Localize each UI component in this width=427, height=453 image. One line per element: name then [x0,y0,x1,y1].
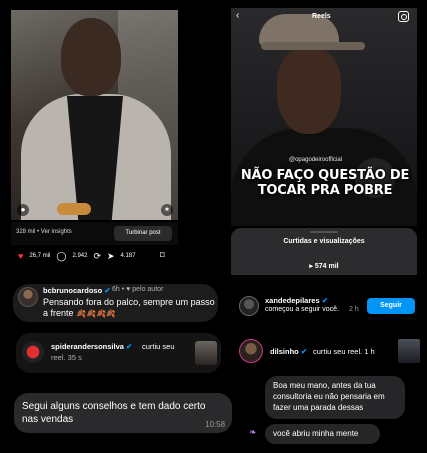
avatar[interactable] [239,339,263,363]
post-stats-row: ♥ 26,7 mil ◯ 2.942 ⟳ ➤ 4.187 [18,250,136,262]
camera-icon[interactable] [398,11,409,22]
follow-time: 2 h [349,306,359,313]
chat-reply-text: Boa meu mano, antes da tua consultoria e… [273,381,385,412]
shares-count: 4.187 [120,253,136,259]
follow-action: começou a seguir você. [265,306,339,313]
person-face [277,48,341,134]
comment-meta: 6h • ♥ pelo autor [112,286,164,293]
avatar[interactable] [18,287,38,307]
likes-count: 26,7 mil [29,253,51,259]
comment-body: Pensando fora do palco, sempre um passo … [43,297,215,318]
reel-thumbnail[interactable] [398,339,420,363]
reel-thumbnail[interactable] [195,341,217,365]
left-reel-thumbnail[interactable]: ● ✶ [11,10,178,220]
notification-action: curtiu seu reel. 1 h [313,347,375,356]
reaction-icon: ❧ [249,427,257,437]
verified-icon: ✔ [321,296,328,305]
avatar[interactable] [239,296,259,316]
views-count: ▸ 574 mil [231,262,417,270]
comment-emoji: 🍂🍂🍂🍂 [76,309,116,318]
panel-handle[interactable] [310,231,338,233]
boost-post-button[interactable]: Turbinar post [114,226,172,241]
like-notification[interactable] [16,333,221,373]
collab-icon: ✶ [161,204,173,216]
views-count-value: 574 mil [314,263,339,270]
insights-link[interactable]: 328 mil • Ver insights [16,229,72,235]
verified-icon: ✔ [126,342,133,351]
cap-brim [261,42,365,50]
chat-message-text: Segui alguns conselhos e tem dado certo … [22,401,206,425]
repost-icon[interactable]: ⟳ [93,251,101,261]
reel-handle: @opagodeiroofficial [289,157,343,163]
follower-username[interactable]: xandedepilares ✔ [265,296,328,305]
comment-username-text: bcbrunocardoso [43,286,103,295]
comments-count: 2.942 [72,253,88,259]
verified-icon: ✔ [104,286,111,295]
comment-icon[interactable]: ◯ [56,251,66,261]
likes-views-title: Curtidas e visualizações [283,238,365,245]
headline-line-1: NÃO FAÇO QUESTÃO DE [240,168,410,183]
comment-username[interactable]: bcbrunocardoso ✔ [43,286,111,295]
reels-title: Reels [312,13,331,20]
back-arrow-icon[interactable]: ‹ [236,10,239,21]
chat-reply-text: você abriu minha mente [273,429,359,438]
reel-headline: NÃO FAÇO QUESTÃO DE TOCAR PRA POBRE [232,168,418,198]
instrument-shape [57,203,91,215]
comment-text: Pensando fora do palco, sempre um passo … [43,297,215,319]
notification-action-continued: reel. 35 s [51,353,82,362]
follower-username-text: xandedepilares [265,296,320,305]
notification-action: curtiu seu [142,342,175,351]
heart-icon[interactable]: ♥ [18,251,23,261]
account-icon: ● [17,204,29,216]
share-icon[interactable]: ➤ [107,251,115,261]
bookmark-icon[interactable]: ⌑ [160,250,165,261]
headline-line-2: TOCAR PRA POBRE [257,183,393,198]
chat-message-time: 10:58 [205,420,226,429]
notification-username[interactable]: spiderandersonsilva ✔ [51,342,132,351]
notification-username[interactable]: dilsinho ✔ [270,347,307,356]
person-head [61,18,121,96]
avatar[interactable] [22,341,44,363]
notification-username-text: spiderandersonsilva [51,342,124,351]
notification-username-text: dilsinho [270,347,299,356]
follow-button[interactable]: Seguir [367,298,415,314]
verified-icon: ✔ [300,347,308,356]
